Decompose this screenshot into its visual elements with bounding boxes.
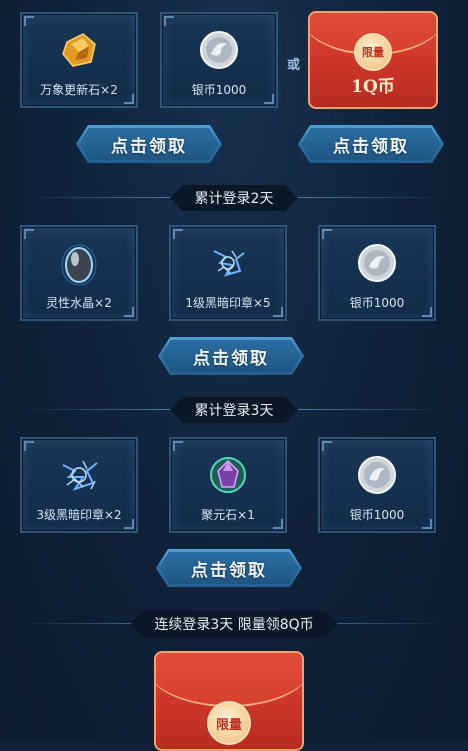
- silver-coin-icon: [355, 241, 399, 285]
- reward-card-dark-seal-1: 1级黑暗印章×5: [169, 225, 287, 321]
- reward-card-silver-coin: 银币1000: [160, 12, 278, 108]
- reward-card-silver-coin: 银币1000: [318, 437, 436, 533]
- red-envelope-1q: 限量 1Q币: [308, 11, 438, 109]
- limited-seal: 限量: [354, 33, 392, 71]
- reward-card-silver-coin: 银币1000: [318, 225, 436, 321]
- claim-button-row1-right[interactable]: 点击领取: [298, 125, 444, 163]
- section-title: 累计登录3天: [171, 397, 298, 423]
- reward-label: 银币1000: [349, 508, 405, 522]
- reward-label: 银币1000: [349, 296, 405, 310]
- claim-button-label: 点击领取: [111, 136, 187, 157]
- silver-coin-icon: [197, 28, 241, 72]
- section-title: 连续登录3天 限量领8Q币: [130, 611, 337, 637]
- red-envelope-8q: 限量: [154, 651, 304, 751]
- reward-card-dark-seal-3: 3级黑暗印章×2: [20, 437, 138, 533]
- reward-card-amber-stone: 万象更新石×2: [20, 12, 138, 108]
- reward-label: 万象更新石×2: [40, 83, 118, 97]
- reward-label: 灵性水晶×2: [46, 296, 112, 310]
- limited-seal: 限量: [207, 701, 251, 745]
- reward-label: 1级黑暗印章×5: [185, 296, 271, 310]
- claim-button-day2[interactable]: 点击领取: [158, 337, 304, 375]
- spirit-stone-icon: [206, 453, 250, 497]
- section-divider-consecutive: 连续登录3天 限量领8Q币: [0, 611, 468, 637]
- silver-coin-icon: [355, 453, 399, 497]
- reward-label: 3级黑暗印章×2: [36, 508, 122, 522]
- section-divider-day2: 累计登录2天: [0, 185, 468, 211]
- reward-card-crystal: 灵性水晶×2: [20, 225, 138, 321]
- dark-seal-icon: [57, 453, 101, 497]
- envelope-amount: 1Q币: [351, 77, 395, 97]
- reward-label: 银币1000: [191, 83, 247, 97]
- claim-button-label: 点击领取: [193, 348, 269, 369]
- amber-stone-icon: [57, 28, 101, 72]
- claim-button-label: 点击领取: [333, 136, 409, 157]
- section-divider-day3: 累计登录3天: [0, 397, 468, 423]
- crystal-egg-icon: [57, 241, 101, 286]
- claim-button-row1-left[interactable]: 点击领取: [76, 125, 222, 163]
- claim-button-label: 点击领取: [191, 560, 267, 581]
- reward-card-spirit-stone: 聚元石×1: [169, 437, 287, 533]
- reward-label: 聚元石×1: [201, 508, 255, 522]
- dark-seal-icon: [206, 241, 250, 285]
- claim-button-day3[interactable]: 点击领取: [156, 549, 302, 587]
- envelope-flap: [156, 653, 302, 707]
- section-title: 累计登录2天: [171, 185, 298, 211]
- or-text: 或: [287, 58, 301, 73]
